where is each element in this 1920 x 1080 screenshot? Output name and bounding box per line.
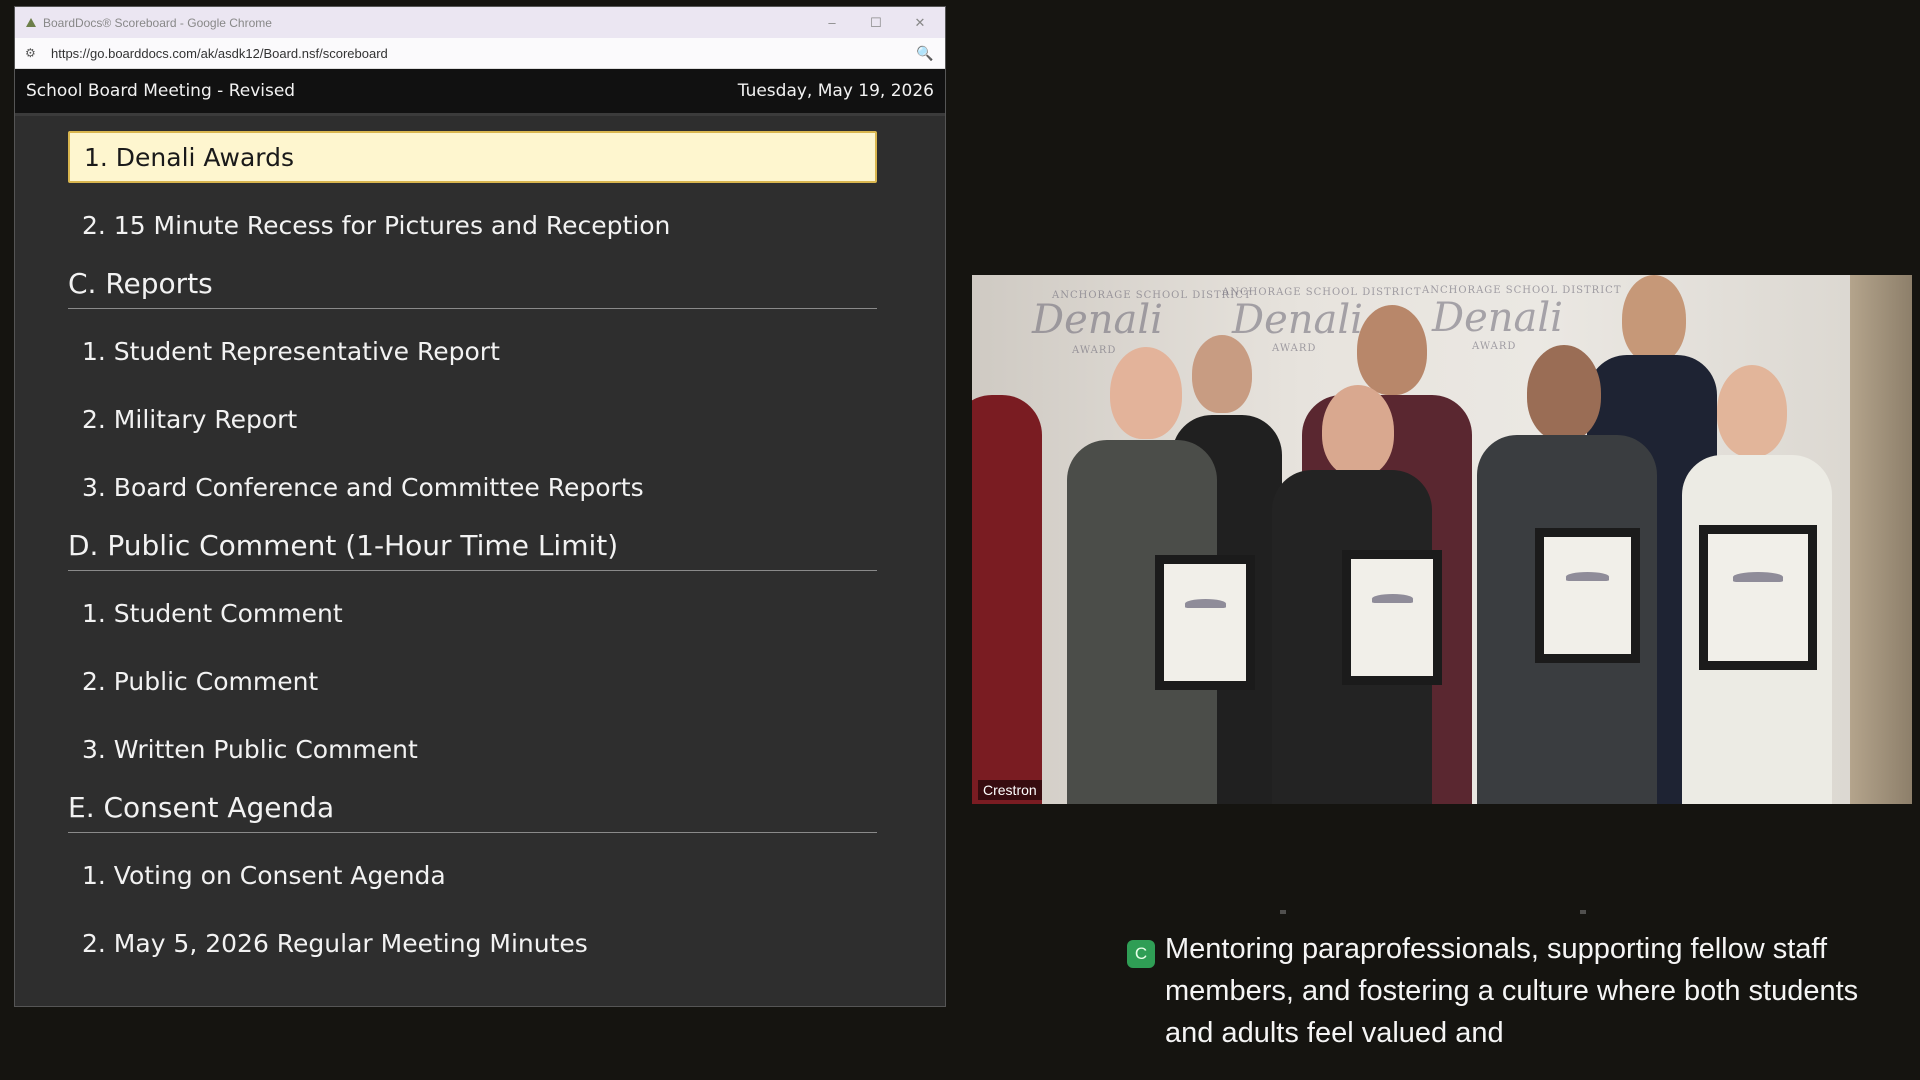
- url-text[interactable]: https://go.boarddocs.com/ak/asdk12/Board…: [51, 46, 915, 61]
- backdrop-award-text-3: AWARD: [1472, 341, 1517, 352]
- award-frame-2: [1342, 550, 1442, 685]
- meeting-date: Tuesday, May 19, 2026: [737, 81, 934, 101]
- agenda-item-public-comment[interactable]: 2. Public Comment: [68, 655, 877, 707]
- caption-previous-line-fragment: [1280, 910, 1750, 914]
- address-bar[interactable]: ⚙ https://go.boarddocs.com/ak/asdk12/Boa…: [15, 38, 945, 69]
- live-caption: C Mentoring paraprofessionals, supportin…: [1127, 928, 1887, 1054]
- section-consent-agenda: E. Consent Agenda: [68, 791, 877, 833]
- caption-text: Mentoring paraprofessionals, supporting …: [1165, 933, 1859, 1049]
- agenda-item-written-public-comment[interactable]: 3. Written Public Comment: [68, 723, 877, 775]
- agenda-item-voting-consent-agenda[interactable]: 1. Voting on Consent Agenda: [68, 849, 877, 901]
- agenda-item-recess[interactable]: 2. 15 Minute Recess for Pictures and Rec…: [68, 199, 877, 251]
- agenda-item-military-report[interactable]: 2. Military Report: [68, 393, 877, 445]
- backdrop-logo-2: Denali: [1232, 297, 1363, 343]
- window-title: BoardDocs® Scoreboard - Google Chrome: [43, 15, 272, 30]
- window-controls: – ☐ ✕: [823, 15, 929, 31]
- browser-window: BoardDocs® Scoreboard - Google Chrome – …: [14, 6, 946, 1007]
- agenda-item-student-representative-report[interactable]: 1. Student Representative Report: [68, 325, 877, 377]
- section-public-comment: D. Public Comment (1-Hour Time Limit): [68, 529, 877, 571]
- award-frame-1: [1155, 555, 1255, 690]
- wood-door: [1850, 275, 1912, 804]
- agenda-list: 1. Denali Awards 2. 15 Minute Recess for…: [15, 116, 945, 969]
- close-button[interactable]: ✕: [911, 15, 929, 31]
- backdrop-award-text-2: AWARD: [1272, 343, 1317, 354]
- video-feed: ANCHORAGE SCHOOL DISTRICT Denali AWARD A…: [972, 275, 1912, 804]
- backdrop-logo: Denali: [1032, 297, 1163, 343]
- agenda-item-student-comment[interactable]: 1. Student Comment: [68, 587, 877, 639]
- meeting-title: School Board Meeting - Revised: [26, 81, 296, 101]
- title-bar: BoardDocs® Scoreboard - Google Chrome – …: [15, 7, 945, 38]
- tune-icon[interactable]: ⚙: [25, 46, 39, 60]
- agenda-item-denali-awards[interactable]: 1. Denali Awards: [68, 131, 877, 183]
- zoom-icon[interactable]: 🔍: [915, 45, 935, 62]
- backdrop-award-text: AWARD: [1072, 345, 1117, 356]
- maximize-button[interactable]: ☐: [867, 15, 885, 31]
- minimize-button[interactable]: –: [823, 15, 841, 31]
- award-frame-3: [1535, 528, 1640, 663]
- video-source-label: Crestron: [978, 780, 1042, 800]
- caption-speaker-badge: C: [1127, 940, 1155, 968]
- boarddocs-app-icon: [25, 17, 37, 29]
- backdrop-logo-3: Denali: [1432, 295, 1563, 341]
- award-frame-4: [1699, 525, 1817, 670]
- meeting-header: School Board Meeting - Revised Tuesday, …: [15, 69, 945, 116]
- agenda-item-meeting-minutes[interactable]: 2. May 5, 2026 Regular Meeting Minutes: [68, 917, 877, 969]
- agenda-item-board-conference-reports[interactable]: 3. Board Conference and Committee Report…: [68, 461, 877, 513]
- section-reports: C. Reports: [68, 267, 877, 309]
